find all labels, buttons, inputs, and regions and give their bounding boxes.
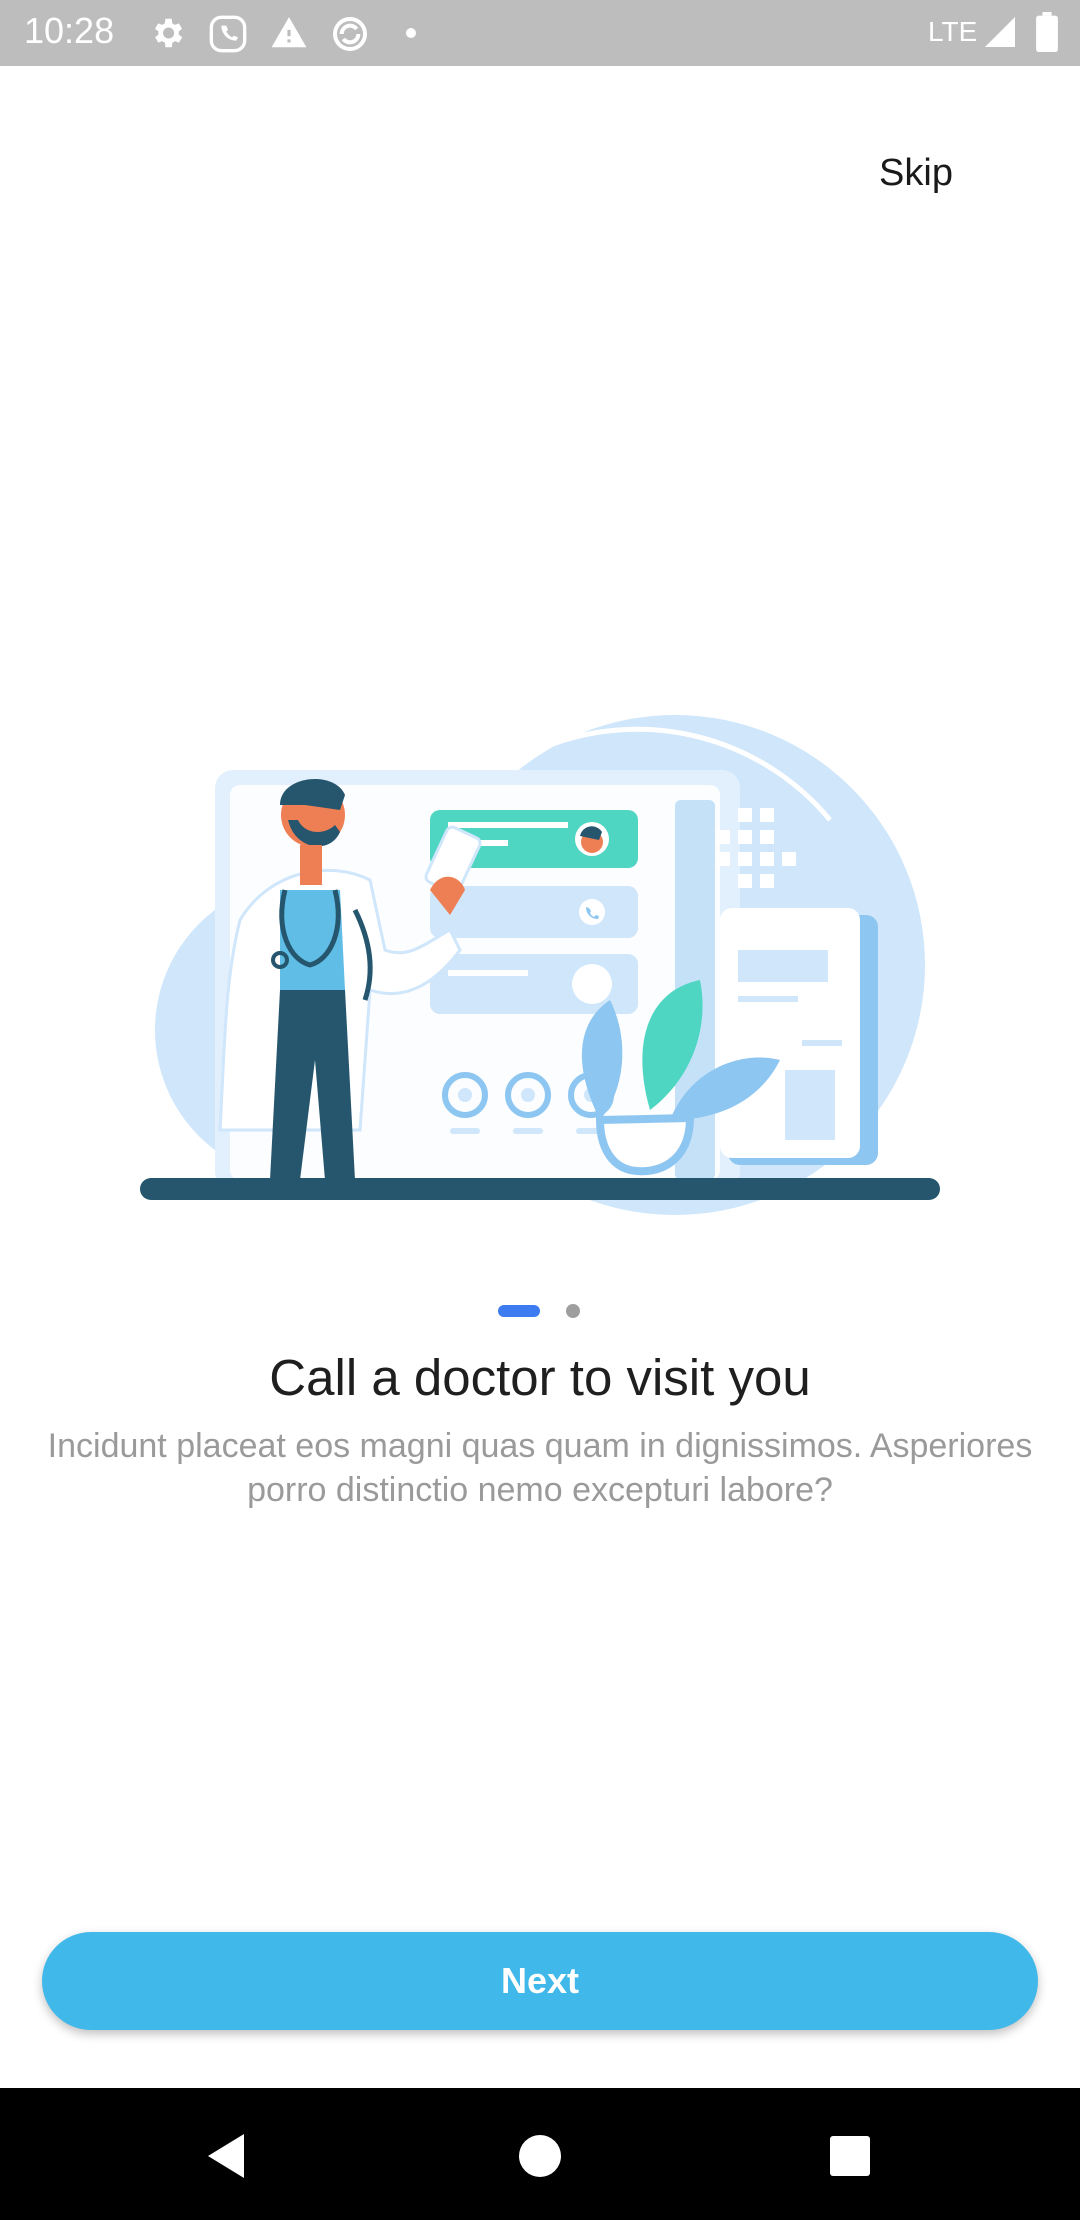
skip-button[interactable]: Skip	[860, 146, 972, 200]
dot-icon	[406, 28, 416, 38]
network-type: LTE	[928, 16, 978, 47]
onboarding-screen: 10:28 LTE Skip Call a doctor to visit yo…	[0, 0, 1080, 2220]
page-indicator-dot-active	[498, 1305, 540, 1317]
onboarding-title: Call a doctor to visit you	[269, 1349, 811, 1406]
navigation-bar	[0, 2088, 1080, 2220]
doctor-illustration	[140, 715, 940, 1215]
page-indicator-dot	[566, 1304, 580, 1318]
battery-icon	[1036, 12, 1058, 52]
status-time: 10:28	[24, 10, 115, 51]
phone-icon	[209, 15, 247, 53]
page-indicator	[0, 1303, 1080, 1319]
gear-icon	[154, 18, 183, 48]
sync-icon	[333, 17, 367, 51]
back-icon[interactable]	[198, 2128, 258, 2184]
status-bar: 10:28 LTE	[0, 0, 1080, 66]
next-button[interactable]: Next	[42, 1932, 1038, 2030]
signal-icon	[985, 17, 1015, 47]
warning-icon	[271, 17, 307, 48]
onboarding-subtitle: Incidunt placeat eos magni quas quam in …	[47, 1427, 1033, 1509]
recents-icon[interactable]	[820, 2128, 880, 2184]
home-icon[interactable]	[510, 2128, 570, 2184]
